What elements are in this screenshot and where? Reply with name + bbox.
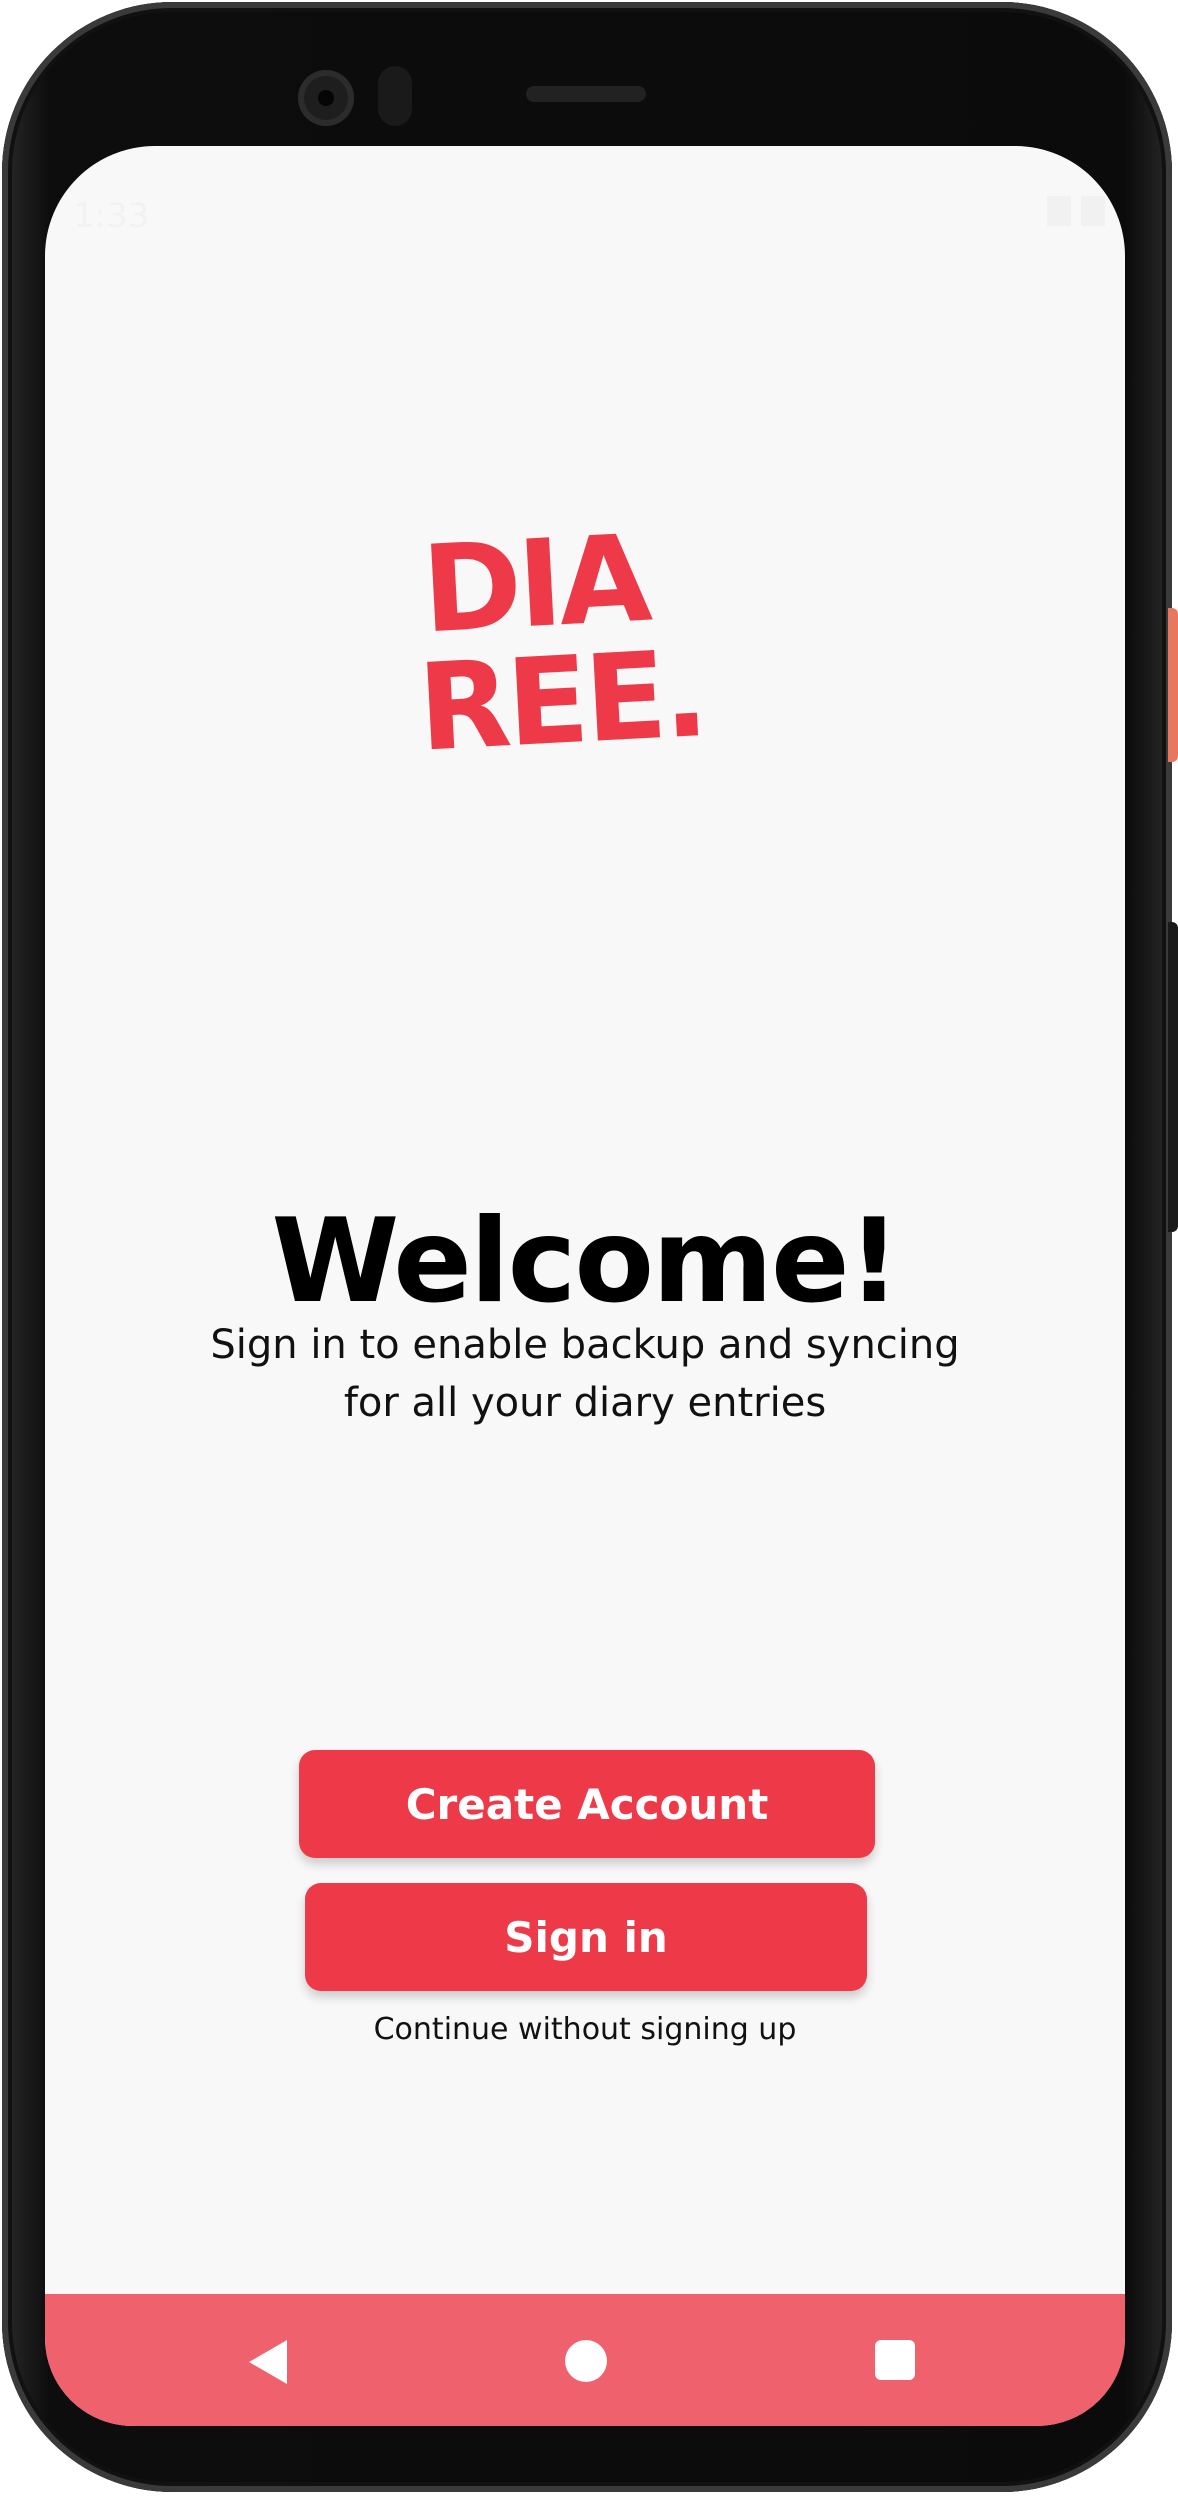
battery-icon [1081, 196, 1105, 226]
phone-device: 1:33 DIA REE. Welcome! Sign in to enable… [0, 0, 1178, 2498]
subtitle-line-2: for all your diary entries [343, 1380, 827, 1426]
subtitle-line-1: Sign in to enable backup and syncing [210, 1322, 960, 1368]
welcome-subtitle: Sign in to enable backup and syncing for… [185, 1316, 985, 1432]
create-account-button[interactable]: Create Account [299, 1750, 875, 1858]
app-screen: 1:33 DIA REE. Welcome! Sign in to enable… [45, 146, 1125, 2426]
status-bar: 1:33 [45, 146, 1125, 236]
back-icon[interactable] [249, 2340, 287, 2384]
power-button [1168, 608, 1178, 762]
signal-icon [1047, 196, 1071, 226]
navigation-bar [45, 2294, 1125, 2426]
welcome-title: Welcome! [271, 1194, 900, 1329]
proximity-sensor [378, 66, 412, 126]
front-camera [298, 70, 354, 126]
continue-without-signup-link[interactable]: Continue without signing up [45, 2012, 1125, 2047]
earpiece-speaker [526, 86, 646, 102]
recents-icon[interactable] [875, 2340, 915, 2380]
volume-button [1168, 922, 1178, 1232]
status-icons [1047, 196, 1105, 226]
home-icon[interactable] [565, 2340, 607, 2382]
status-time: 1:33 [73, 196, 150, 236]
sign-in-button[interactable]: Sign in [305, 1883, 867, 1991]
logo-line-2: REE. [415, 625, 708, 760]
diaree-logo: DIA REE. [415, 510, 708, 760]
